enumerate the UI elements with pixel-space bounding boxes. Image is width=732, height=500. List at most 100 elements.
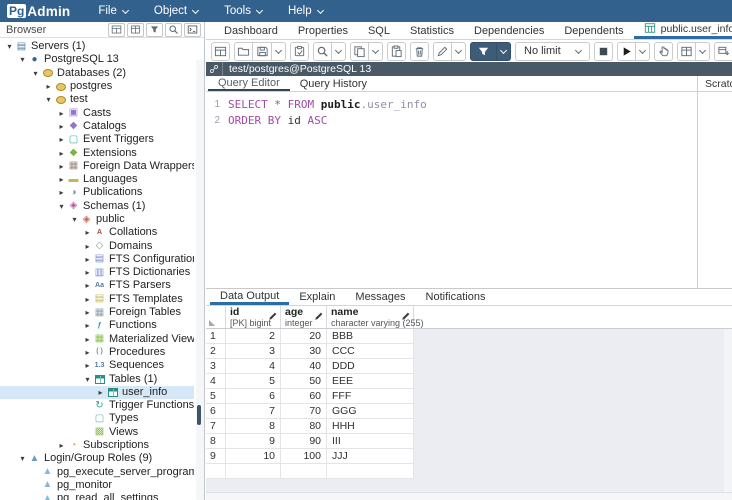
cell-age[interactable]: 100 bbox=[281, 449, 327, 464]
query-tab-query-history[interactable]: Query History bbox=[290, 76, 377, 91]
collapse-arrow-icon[interactable]: ▾ bbox=[17, 452, 28, 465]
cell-name[interactable]: JJJ bbox=[327, 449, 414, 464]
expand-arrow-icon[interactable]: ▸ bbox=[56, 439, 67, 452]
grid-vertical-scrollbar[interactable] bbox=[724, 329, 732, 492]
expand-arrow-icon[interactable]: ▸ bbox=[82, 253, 93, 266]
cell-name[interactable]: DDD bbox=[327, 359, 414, 374]
tree-item-fts-templates[interactable]: ▸▤FTS Templates bbox=[0, 293, 194, 306]
editor-line[interactable]: 2ORDER BY id ASC bbox=[206, 112, 697, 128]
row-number-cell[interactable]: 1 bbox=[206, 329, 226, 344]
filter-button[interactable] bbox=[470, 42, 497, 61]
save-results-button[interactable] bbox=[714, 42, 732, 61]
grid-horizontal-scrollbar[interactable] bbox=[206, 492, 732, 500]
row-number-cell[interactable]: 7 bbox=[206, 419, 226, 434]
tree-item-collations[interactable]: ▸ACollations bbox=[0, 226, 194, 239]
cancel-query-button[interactable] bbox=[594, 42, 613, 61]
row-number-cell[interactable]: 9 bbox=[206, 449, 226, 464]
tree-item-fts-dictionaries[interactable]: ▸▥FTS Dictionaries bbox=[0, 266, 194, 279]
expand-arrow-icon[interactable]: ▸ bbox=[56, 160, 67, 173]
collapse-arrow-icon[interactable]: ▾ bbox=[4, 40, 15, 53]
collapse-arrow-icon[interactable]: ▾ bbox=[17, 53, 28, 66]
expand-arrow-icon[interactable]: ▸ bbox=[56, 133, 67, 146]
cell-age[interactable]: 90 bbox=[281, 434, 327, 449]
cell-id[interactable]: 4 bbox=[226, 359, 281, 374]
copy-button[interactable] bbox=[350, 42, 369, 61]
sql-editor[interactable]: 1SELECT * FROM public.user_info2ORDER BY… bbox=[206, 92, 697, 288]
cell-age[interactable]: 30 bbox=[281, 344, 327, 359]
tree-item-publications[interactable]: ▸◑Publications bbox=[0, 186, 194, 199]
cell-age[interactable]: 50 bbox=[281, 374, 327, 389]
menu-tools[interactable]: Tools bbox=[224, 5, 262, 17]
cell-id[interactable]: 7 bbox=[226, 404, 281, 419]
expand-arrow-icon[interactable]: ▸ bbox=[43, 80, 54, 93]
cell-id[interactable]: 10 bbox=[226, 449, 281, 464]
edit-column-icon[interactable] bbox=[314, 311, 324, 324]
row-number-cell[interactable]: 2 bbox=[206, 344, 226, 359]
collapse-arrow-icon[interactable]: ▾ bbox=[56, 200, 67, 213]
tree-item-event-triggers[interactable]: ▸▢Event Triggers bbox=[0, 133, 194, 146]
collapse-arrow-icon[interactable]: ▾ bbox=[69, 213, 80, 226]
execute-button[interactable] bbox=[617, 42, 636, 61]
expand-arrow-icon[interactable]: ▸ bbox=[56, 107, 67, 120]
tree-item-foreign-tables[interactable]: ▸▦Foreign Tables bbox=[0, 306, 194, 319]
column-header-name[interactable]: namecharacter varying (255) bbox=[327, 306, 414, 328]
cell-name[interactable]: BBB bbox=[327, 329, 414, 344]
select-all-cell[interactable]: ◣ bbox=[206, 306, 226, 328]
tab-query-tool-active[interactable]: public.user_info/test/postgres@PostgreSQ… bbox=[634, 22, 732, 39]
filter-icon[interactable] bbox=[146, 23, 163, 37]
filter-button-dropdown[interactable] bbox=[497, 42, 511, 61]
expand-arrow-icon[interactable]: ▸ bbox=[82, 306, 93, 319]
new-row[interactable] bbox=[206, 464, 732, 479]
cell-age[interactable]: 70 bbox=[281, 404, 327, 419]
edit-column-icon[interactable] bbox=[401, 311, 411, 324]
cell-id[interactable]: 8 bbox=[226, 419, 281, 434]
output-tab-data-output[interactable]: Data Output bbox=[210, 289, 289, 305]
tree-item-postgres[interactable]: ▸postgres bbox=[0, 80, 194, 93]
tab-dependents[interactable]: Dependents bbox=[554, 22, 633, 39]
tree-item-servers-1[interactable]: ▾▤Servers (1) bbox=[0, 40, 194, 53]
editor-line[interactable]: 1SELECT * FROM public.user_info bbox=[206, 96, 697, 112]
tree-item-procedures[interactable]: ▸( )Procedures bbox=[0, 346, 194, 359]
tree-item-pg-read-all-settings[interactable]: ▲pg_read_all_settings bbox=[0, 492, 194, 500]
tree-item-casts[interactable]: ▸▣Casts bbox=[0, 106, 194, 119]
menu-file[interactable]: File bbox=[98, 5, 128, 17]
empty-cell[interactable] bbox=[226, 464, 281, 479]
tree-item-public[interactable]: ▾◈public bbox=[0, 213, 194, 226]
search-icon[interactable] bbox=[165, 23, 182, 37]
expand-arrow-icon[interactable]: ▸ bbox=[82, 240, 93, 253]
expand-arrow-icon[interactable]: ▸ bbox=[56, 147, 67, 160]
cell-id[interactable]: 9 bbox=[226, 434, 281, 449]
tree-scrollbar-track[interactable] bbox=[196, 60, 204, 500]
macros-button-dropdown[interactable] bbox=[696, 42, 710, 61]
tree-item-trigger-functions[interactable]: ↻Trigger Functions bbox=[0, 399, 194, 412]
tree-item-types[interactable]: ▢Types bbox=[0, 412, 194, 425]
cell-name[interactable]: III bbox=[327, 434, 414, 449]
tab-properties[interactable]: Properties bbox=[288, 22, 358, 39]
expand-arrow-icon[interactable]: ▸ bbox=[82, 319, 93, 332]
tree-item-pg-execute-server-program[interactable]: ▲pg_execute_server_program bbox=[0, 466, 194, 479]
commit-button[interactable] bbox=[654, 42, 673, 61]
cell-name[interactable]: EEE bbox=[327, 374, 414, 389]
tree-item-fts-configurations[interactable]: ▸▤FTS Configurations bbox=[0, 253, 194, 266]
save-file-button-dropdown[interactable] bbox=[272, 42, 286, 61]
tree-item-tables-1[interactable]: ▾Tables (1) bbox=[0, 372, 194, 385]
tree-item-schemas-1[interactable]: ▾◈Schemas (1) bbox=[0, 200, 194, 213]
tree-item-pg-monitor[interactable]: ▲pg_monitor bbox=[0, 479, 194, 492]
tree-item-user-info[interactable]: ▸user_info bbox=[0, 386, 194, 399]
cell-id[interactable]: 3 bbox=[226, 344, 281, 359]
output-tab-notifications[interactable]: Notifications bbox=[416, 289, 496, 305]
copy-button-dropdown[interactable] bbox=[369, 42, 383, 61]
tree-item-sequences[interactable]: ▸1.3Sequences bbox=[0, 359, 194, 372]
cell-id[interactable]: 2 bbox=[226, 329, 281, 344]
tab-statistics[interactable]: Statistics bbox=[400, 22, 464, 39]
tree-item-languages[interactable]: ▸▬Languages bbox=[0, 173, 194, 186]
find-button[interactable] bbox=[313, 42, 332, 61]
expand-arrow-icon[interactable]: ▸ bbox=[56, 120, 67, 133]
row-number-cell[interactable]: 6 bbox=[206, 404, 226, 419]
tree-item-domains[interactable]: ▸◇Domains bbox=[0, 239, 194, 252]
output-tab-explain[interactable]: Explain bbox=[289, 289, 345, 305]
collapse-arrow-icon[interactable]: ▾ bbox=[82, 373, 93, 386]
tree-item-materialized-views[interactable]: ▸▦Materialized Views bbox=[0, 333, 194, 346]
tree-item-login-group-roles-9[interactable]: ▾▲Login/Group Roles (9) bbox=[0, 452, 194, 465]
tab-dependencies[interactable]: Dependencies bbox=[464, 22, 554, 39]
